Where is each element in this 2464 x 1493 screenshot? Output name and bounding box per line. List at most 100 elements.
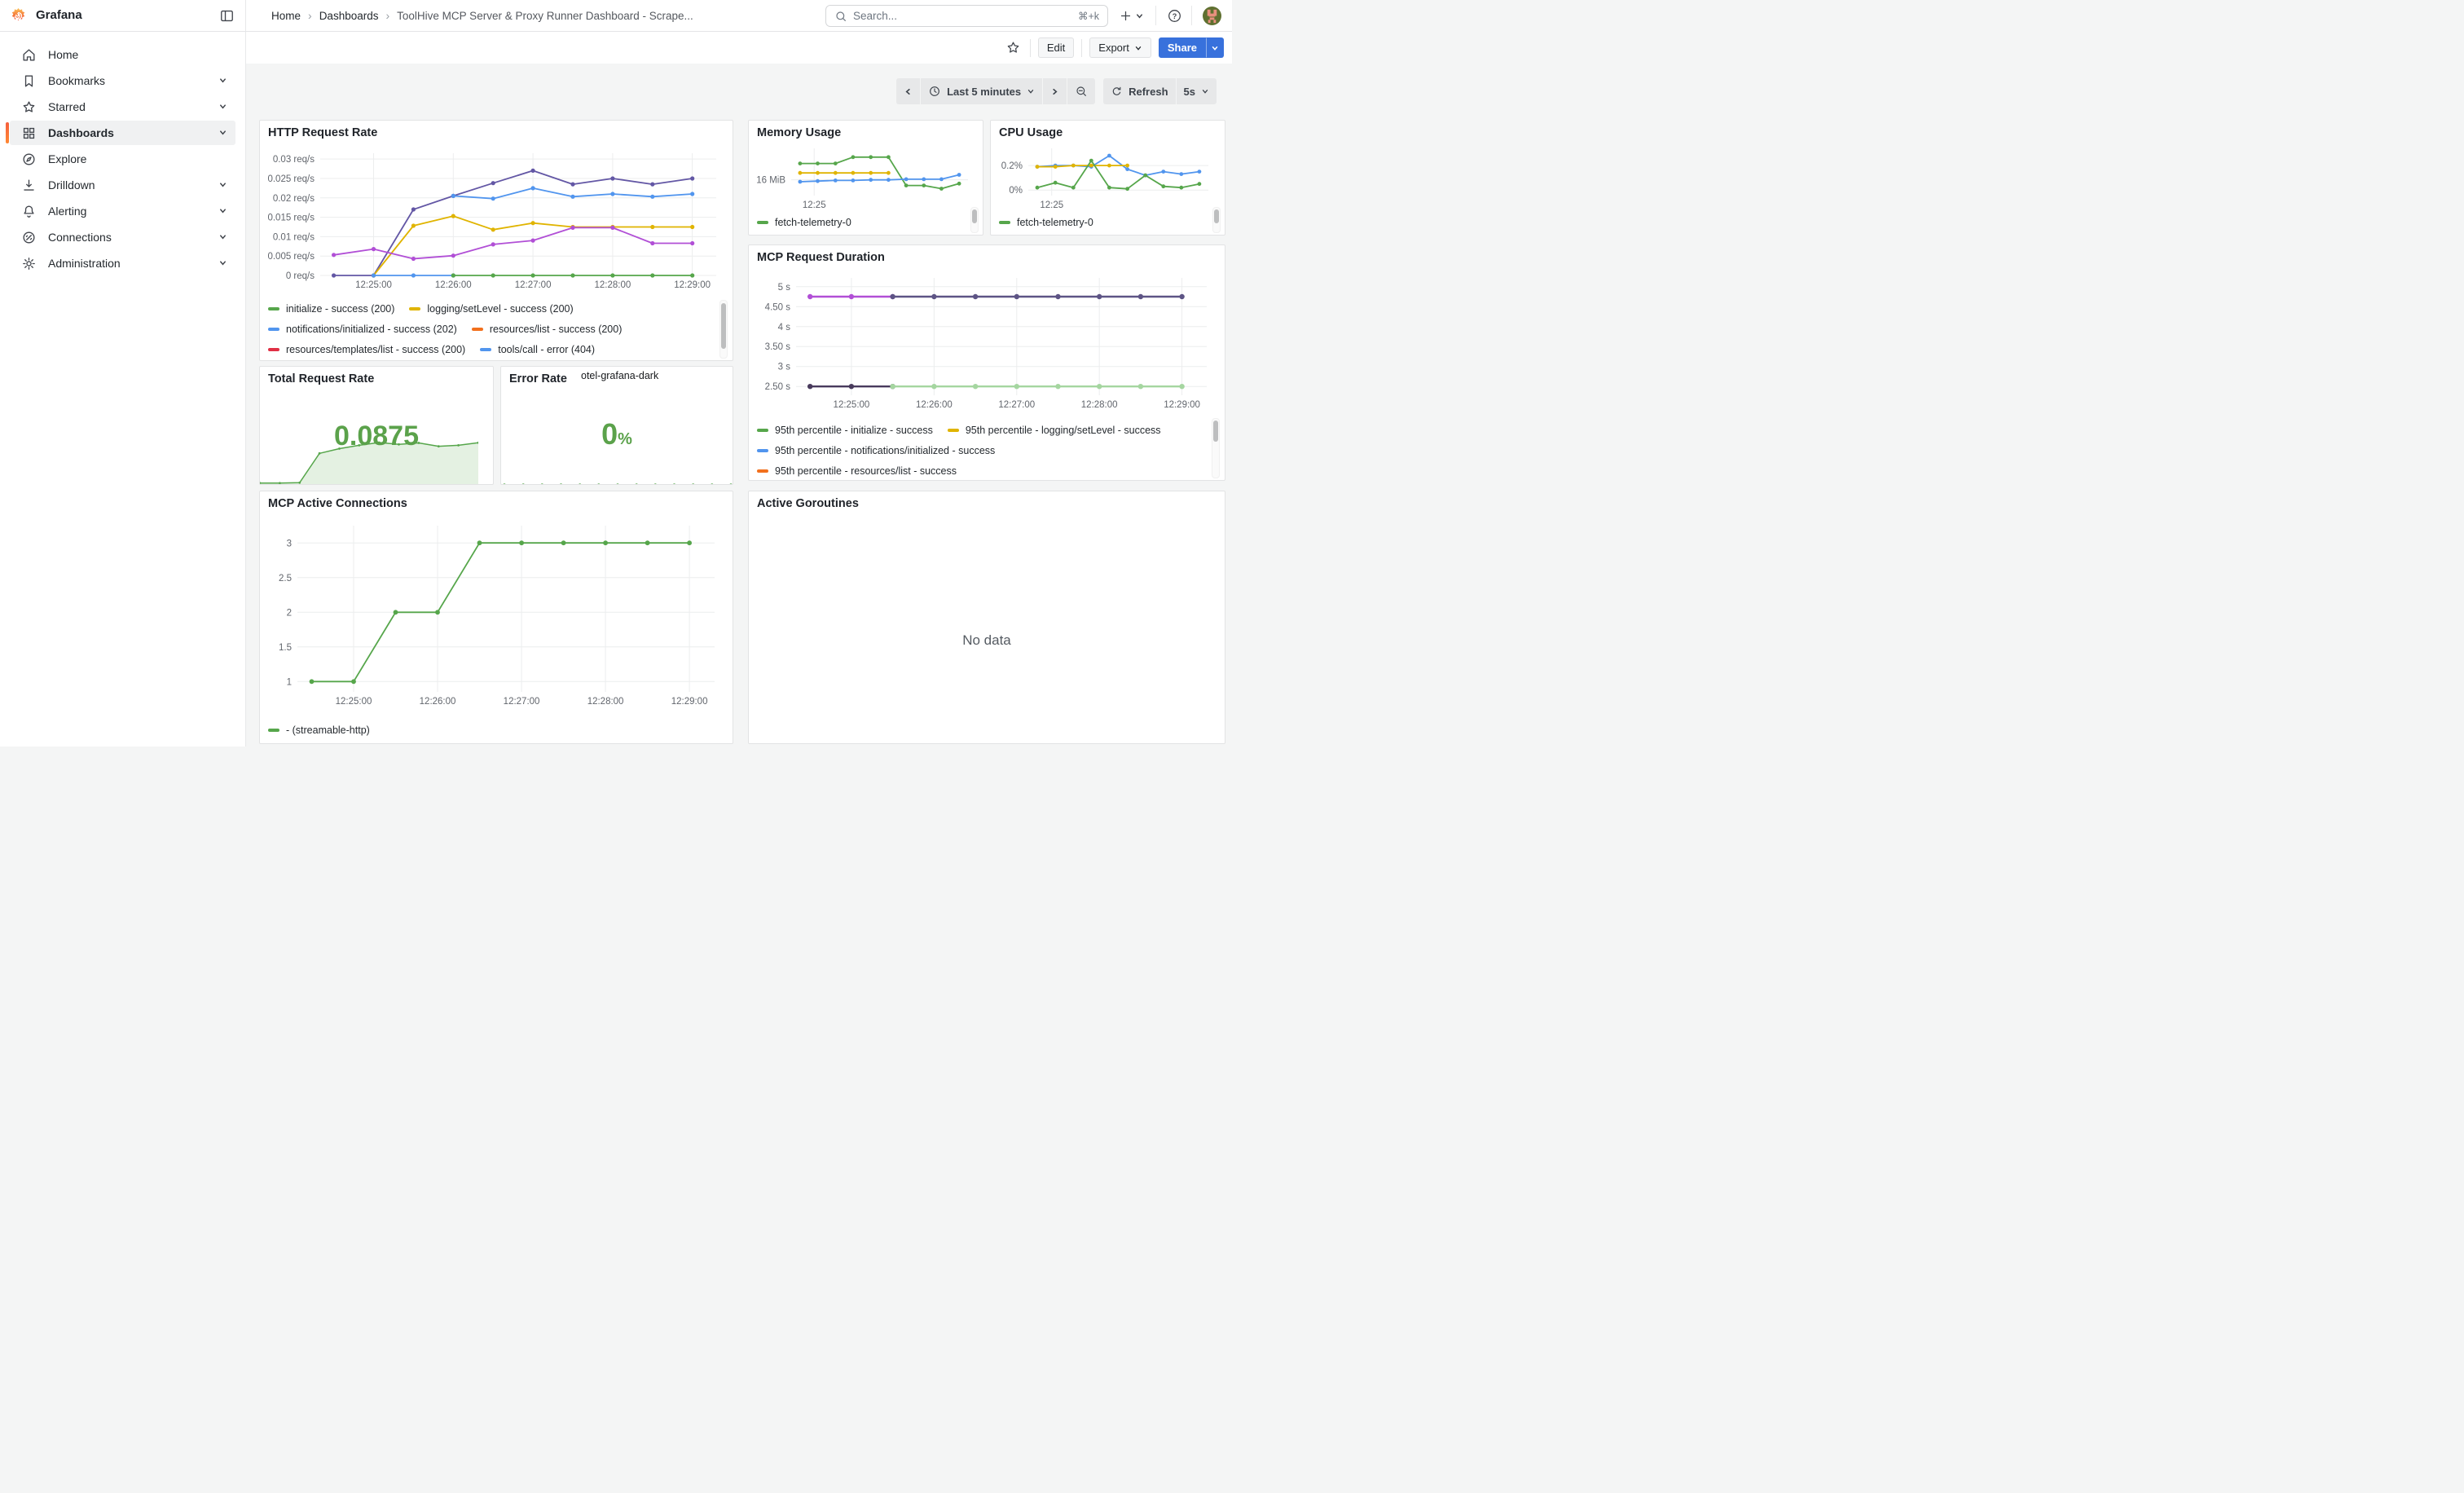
panel-title[interactable]: MCP Active Connections	[268, 497, 407, 510]
panel-title[interactable]: Total Request Rate	[268, 372, 374, 385]
scrollbar-thumb[interactable]	[972, 209, 977, 223]
gear-icon	[21, 256, 37, 271]
sidebar-item-alerting[interactable]: Alerting	[10, 199, 235, 223]
mcp-request-duration-chart[interactable]: 12:25:0012:26:0012:27:0012:28:0012:29:00…	[755, 268, 1220, 418]
chevron-down-icon	[1027, 87, 1035, 95]
svg-text:0.025 req/s: 0.025 req/s	[267, 174, 315, 184]
legend-item[interactable]: logging/setLevel - success (200)	[409, 303, 573, 315]
legend-item[interactable]: 95th percentile - resources/list - succe…	[757, 465, 957, 477]
legend-item[interactable]: - (streamable-http)	[268, 724, 370, 736]
sidebar-item-connections[interactable]: Connections	[10, 225, 235, 249]
svg-text:0.02 req/s: 0.02 req/s	[273, 194, 315, 204]
stat-value: 0.0875	[260, 421, 493, 452]
svg-text:12:27:00: 12:27:00	[504, 697, 540, 707]
sidebar-item-dashboards[interactable]: Dashboards	[10, 121, 235, 145]
panel-title[interactable]: Error Rate	[509, 372, 567, 385]
svg-text:16 MiB: 16 MiB	[756, 176, 785, 186]
http-request-rate-chart[interactable]: 12:25:0012:26:0012:27:0012:28:0012:29:00…	[266, 145, 728, 297]
sidebar-item-administration[interactable]: Administration	[10, 251, 235, 275]
breadcrumb-home[interactable]: Home	[271, 10, 301, 22]
add-caret-icon[interactable]	[1134, 11, 1145, 21]
edit-button[interactable]: Edit	[1038, 37, 1074, 58]
legend-item[interactable]: fetch-telemetry-0	[757, 217, 851, 228]
cpu-legend: fetch-telemetry-0	[992, 212, 1204, 233]
sidebar-item-starred[interactable]: Starred	[10, 95, 235, 119]
search-input[interactable]: Search... ⌘+k	[825, 5, 1108, 27]
chevron-down-icon[interactable]	[218, 205, 227, 218]
panel-error-rate: Error Rate otel-grafana-dark 0%	[500, 366, 733, 485]
legend-row: notifications/initialized - success (202…	[262, 319, 715, 339]
legend-swatch	[999, 221, 1010, 224]
svg-text:0.015 req/s: 0.015 req/s	[267, 214, 315, 223]
legend-label: tools/call - error (404)	[498, 344, 595, 355]
time-range-picker[interactable]: Last 5 minutes	[921, 78, 1043, 104]
panel-title[interactable]: CPU Usage	[999, 126, 1063, 139]
sidebar-item-explore[interactable]: Explore	[10, 147, 235, 171]
memory-usage-chart[interactable]: 12:2516 MiB	[754, 142, 976, 210]
sidebar-item-home[interactable]: Home	[10, 42, 235, 67]
export-button[interactable]: Export	[1089, 37, 1151, 58]
share-button[interactable]: Share	[1159, 37, 1206, 58]
legend-label: initialize - success (200)	[286, 303, 394, 315]
refresh-icon	[1111, 86, 1123, 98]
cpu-usage-chart[interactable]: 12:250%0.2%	[996, 142, 1218, 210]
legend-item[interactable]: notifications/initialized - success (202…	[268, 324, 457, 335]
legend-swatch	[409, 307, 420, 310]
chevron-down-icon[interactable]	[218, 231, 227, 244]
legend-item[interactable]: 95th percentile - logging/setLevel - suc…	[948, 425, 1161, 436]
legend-label: - (streamable-http)	[286, 724, 370, 736]
chevron-down-icon[interactable]	[218, 74, 227, 87]
legend-label: fetch-telemetry-0	[775, 217, 851, 228]
breadcrumb-separator: ›	[308, 9, 312, 22]
mcp-active-connections-chart[interactable]: 12:25:0012:26:0012:27:0012:28:0012:29:00…	[266, 516, 728, 716]
time-forward-button[interactable]	[1043, 78, 1067, 104]
legend-swatch	[757, 469, 768, 473]
clock-icon	[928, 85, 941, 98]
chevron-down-icon[interactable]	[218, 126, 227, 139]
topnav-divider	[1191, 6, 1192, 25]
home-icon	[21, 47, 37, 63]
chevron-down-icon[interactable]	[218, 178, 227, 192]
avatar[interactable]	[1203, 7, 1221, 25]
scrollbar-thumb[interactable]	[1214, 209, 1219, 223]
legend-item[interactable]: initialize - success (200)	[268, 303, 394, 315]
panel-title[interactable]: HTTP Request Rate	[268, 126, 377, 139]
breadcrumb-current[interactable]: ToolHive MCP Server & Proxy Runner Dashb…	[397, 10, 693, 22]
legend-item[interactable]: resources/templates/list - success (200)	[268, 344, 465, 355]
zoom-out-button[interactable]	[1067, 78, 1095, 104]
legend-scrollbar	[1212, 207, 1221, 233]
legend-swatch	[757, 449, 768, 452]
svg-text:12:25:00: 12:25:00	[336, 697, 372, 707]
add-button[interactable]	[1117, 7, 1133, 24]
legend-label: 95th percentile - logging/setLevel - suc…	[966, 425, 1161, 436]
panel-title[interactable]: Active Goroutines	[757, 497, 859, 510]
panel-title[interactable]: MCP Request Duration	[757, 251, 885, 264]
chevron-down-icon[interactable]	[218, 100, 227, 113]
legend-item[interactable]: resources/list - success (200)	[472, 324, 623, 335]
help-icon[interactable]: ?	[1166, 7, 1182, 24]
bell-icon	[21, 204, 37, 219]
legend-swatch	[268, 729, 279, 732]
scrollbar-thumb[interactable]	[721, 303, 726, 349]
refresh-button[interactable]: Refresh	[1103, 78, 1176, 104]
chevron-down-icon[interactable]	[218, 257, 227, 270]
legend-swatch	[268, 307, 279, 310]
share-caret-button[interactable]	[1206, 37, 1224, 58]
no-data-message: No data	[749, 632, 1225, 649]
sidebar-item-bookmarks[interactable]: Bookmarks	[10, 68, 235, 93]
legend-item[interactable]: 95th percentile - notifications/initiali…	[757, 445, 995, 456]
time-back-button[interactable]	[896, 78, 921, 104]
panel-memory-usage: Memory Usage 12:2516 MiB fetch-telemetry…	[748, 120, 983, 236]
breadcrumb-dashboards[interactable]: Dashboards	[319, 10, 379, 22]
legend-item[interactable]: tools/call - error (404)	[480, 344, 595, 355]
sidebar-toggle-icon[interactable]	[218, 7, 235, 24]
scrollbar-thumb[interactable]	[1213, 421, 1218, 442]
refresh-interval-picker[interactable]: 5s	[1177, 78, 1217, 104]
legend-item[interactable]: 95th percentile - initialize - success	[757, 425, 933, 436]
legend-item[interactable]: fetch-telemetry-0	[999, 217, 1093, 228]
favorite-star-icon[interactable]	[1005, 39, 1023, 57]
panel-title[interactable]: Memory Usage	[757, 126, 841, 139]
svg-text:3.50 s: 3.50 s	[765, 342, 791, 352]
sidebar-item-drilldown[interactable]: Drilldown	[10, 173, 235, 197]
svg-text:12:26:00: 12:26:00	[435, 280, 472, 290]
